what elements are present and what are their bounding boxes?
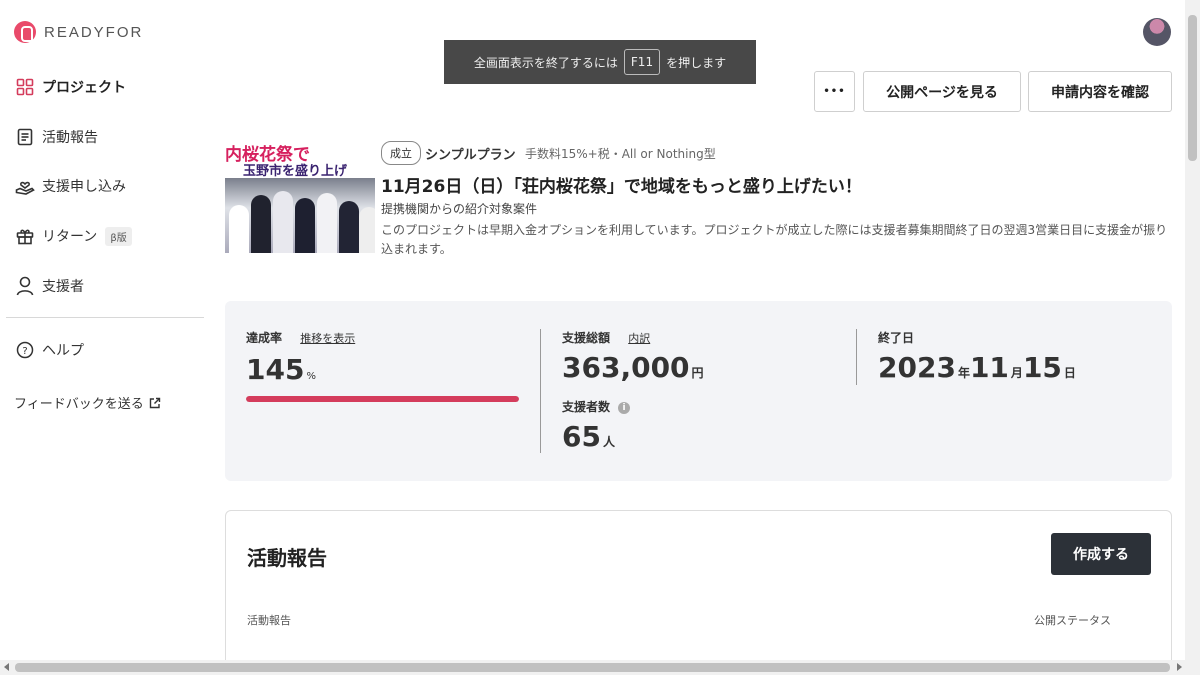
achievement-progress-bar [246,396,519,402]
thumbnail-banner: 内桜花祭で 玉野市を盛り上げ [225,138,375,179]
user-avatar[interactable] [1143,18,1171,46]
backers-count-number: 65 [562,420,601,453]
end-date-label: 終了日 [878,331,915,345]
plan-name: シンプルプラン [425,148,516,163]
stats-divider [856,329,857,385]
info-icon[interactable]: i [618,401,631,414]
sidebar-item-support-application[interactable]: 支援申し込み [14,175,126,197]
partner-note: 提携機関からの紹介対象案件 [381,202,538,216]
brand-logo[interactable]: READYFOR [14,21,143,43]
horizontal-scrollbar-thumb[interactable] [15,663,1170,672]
more-button[interactable]: ••• [814,71,855,112]
toast-key: F11 [623,49,661,75]
vertical-scrollbar[interactable] [1185,0,1200,660]
gift-icon [14,225,36,247]
column-header-report: 活動報告 [247,614,291,627]
sidebar-divider [6,317,204,318]
status-badge: 成立 [381,141,421,165]
svg-text:?: ? [22,346,27,357]
readyfor-logo-icon [14,21,36,43]
view-public-page-button[interactable]: 公開ページを見る [863,71,1021,112]
thumbnail-text-2: 玉野市を盛り上げ [243,164,348,179]
achievement-rate-label-text: 達成率 [246,331,283,345]
end-year-unit: 年 [957,366,970,380]
achievement-rate-value: 145% [246,353,316,386]
check-application-button[interactable]: 申請内容を確認 [1028,71,1172,112]
sidebar-item-label: プロジェクト [42,80,126,96]
document-icon [14,126,36,148]
sidebar-item-label: リターン [42,229,98,245]
fullscreen-exit-toast: 全画面表示を終了するには F11 を押します [444,40,756,84]
brand-name: READYFOR [44,23,144,41]
end-month-unit: 月 [1010,366,1023,380]
backers-count-label-text: 支援者数 [562,400,611,414]
person-icon [14,275,36,297]
feedback-label: フィードバックを送る [14,397,144,412]
create-report-button[interactable]: 作成する [1051,533,1151,575]
end-year: 2023 [878,351,956,384]
project-thumbnail[interactable]: 内桜花祭で 玉野市を盛り上げ [225,138,375,253]
achievement-progress-fill [246,396,519,402]
help-circle-icon: ? [14,339,36,361]
total-amount-value: 363,000 円 [562,351,704,384]
sidebar-item-label: 支援者 [42,279,84,295]
scroll-left-arrow-icon[interactable] [4,663,9,671]
plan-fee: 手数料15%+税・All or Nothing型 [525,147,716,161]
show-trend-link[interactable]: 推移を表示 [300,332,355,345]
hand-heart-icon [14,175,36,197]
total-amount-unit: 円 [691,366,704,380]
sidebar-item-help[interactable]: ? ヘルプ [14,339,84,361]
sidebar-item-supporters[interactable]: 支援者 [14,275,84,297]
scroll-right-arrow-icon[interactable] [1177,663,1182,671]
sidebar-item-label: ヘルプ [42,343,84,359]
sidebar-item-projects[interactable]: プロジェクト [14,76,126,98]
achievement-rate-number: 145 [246,353,305,386]
column-header-status: 公開ステータス [1034,614,1111,627]
project-title[interactable]: 11月26日（日）「荘内桜花祭」で地域をもっと盛り上げたい！ [381,172,862,197]
horizontal-scrollbar[interactable] [0,660,1200,675]
end-date-value: 2023 年11 月15 日 [878,351,1076,384]
more-dots-icon: ••• [823,86,846,97]
achievement-rate-label: 達成率 推移を表示 [246,329,355,346]
activity-report-card: 活動報告 作成する 活動報告 公開ステータス [225,510,1172,675]
total-amount-label-text: 支援総額 [562,331,611,345]
sidebar-item-returns[interactable]: リターン β版 [14,225,132,247]
external-link-icon [149,397,161,409]
backers-count-unit: 人 [602,435,615,449]
breakdown-link[interactable]: 内訳 [628,332,650,345]
thumbnail-photo [225,178,375,253]
end-day: 15 [1022,351,1062,384]
backers-count-value: 65 人 [562,420,615,453]
feedback-link[interactable]: フィードバックを送る [14,393,161,412]
beta-badge: β版 [105,226,132,246]
project-description: このプロジェクトは早期入金オプションを利用しています。プロジェクトが成立した際に… [381,223,1168,256]
total-amount-number: 363,000 [562,351,690,384]
activity-report-title: 活動報告 [247,546,327,570]
grid-icon [14,76,36,98]
end-day-unit: 日 [1063,366,1076,380]
toast-text-before: 全画面表示を終了するには [473,55,618,70]
vertical-scrollbar-thumb[interactable] [1188,15,1197,161]
sidebar: READYFOR プロジェクト 活動報告 支援申し込み リターン β版 支援者 [0,0,212,660]
toast-text-after: を押します [666,55,727,70]
stats-divider [540,329,541,453]
sidebar-item-activity-report[interactable]: 活動報告 [14,126,98,148]
sidebar-item-label: 活動報告 [42,130,98,146]
total-amount-label: 支援総額 内訳 [562,329,650,346]
end-month: 11 [969,351,1009,384]
sidebar-item-label: 支援申し込み [42,179,126,195]
achievement-rate-unit: % [306,371,316,382]
backers-count-label: 支援者数 i [562,398,631,415]
stats-panel: 達成率 推移を表示 145% 支援総額 内訳 363,000 円 支援者数 i 65… [225,301,1172,481]
